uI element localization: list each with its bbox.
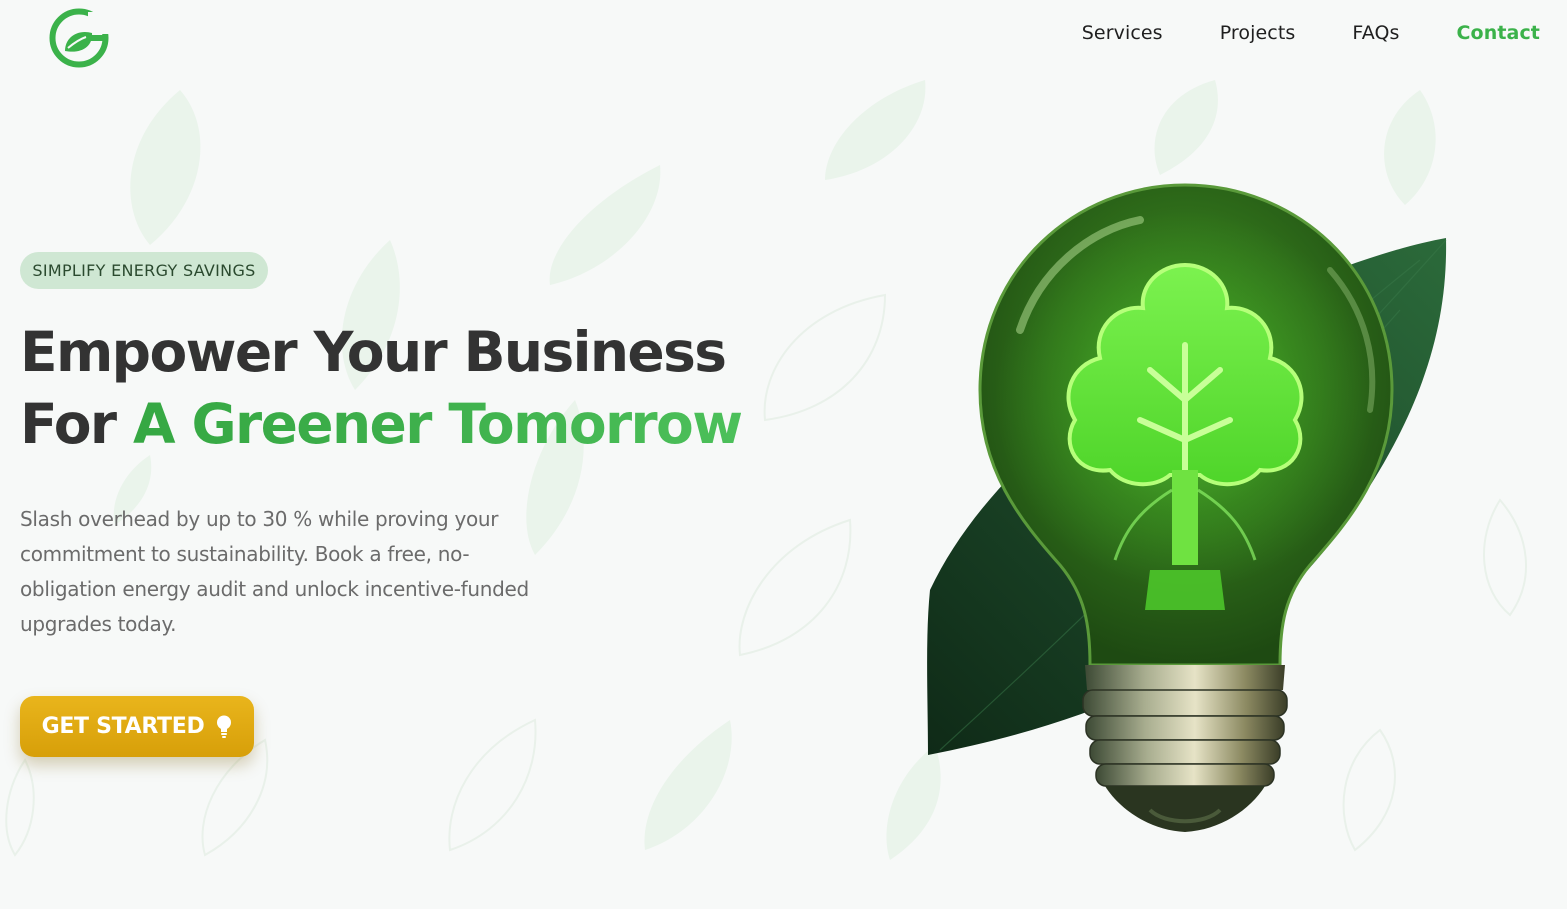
lightbulb-tree-illustration bbox=[927, 183, 1447, 832]
nav-item-services[interactable]: Services bbox=[1082, 22, 1163, 44]
hero-badge: SIMPLIFY ENERGY SAVINGS bbox=[20, 252, 268, 289]
hero-title: Empower Your Business For A Greener Tomo… bbox=[20, 316, 743, 460]
nav-item-faqs[interactable]: FAQs bbox=[1352, 22, 1399, 44]
hero-title-line2-prefix: For bbox=[20, 392, 133, 456]
brand-logo-icon[interactable] bbox=[48, 7, 110, 69]
nav-item-projects[interactable]: Projects bbox=[1220, 22, 1296, 44]
get-started-label: GET STARTED bbox=[41, 714, 205, 739]
lightbulb-icon bbox=[217, 715, 232, 738]
hero-title-line1: Empower Your Business bbox=[20, 320, 727, 384]
main-nav: Services Projects FAQs Contact bbox=[1082, 22, 1540, 44]
nav-item-contact[interactable]: Contact bbox=[1457, 22, 1540, 44]
hero-title-highlight: A Greener Tomorrow bbox=[133, 392, 743, 456]
hero-description: Slash overhead by up to 30 % while provi… bbox=[20, 507, 529, 636]
get-started-button[interactable]: GET STARTED bbox=[20, 696, 254, 757]
landing-page: Services Projects FAQs Contact SIMPLIFY … bbox=[0, 0, 1567, 909]
